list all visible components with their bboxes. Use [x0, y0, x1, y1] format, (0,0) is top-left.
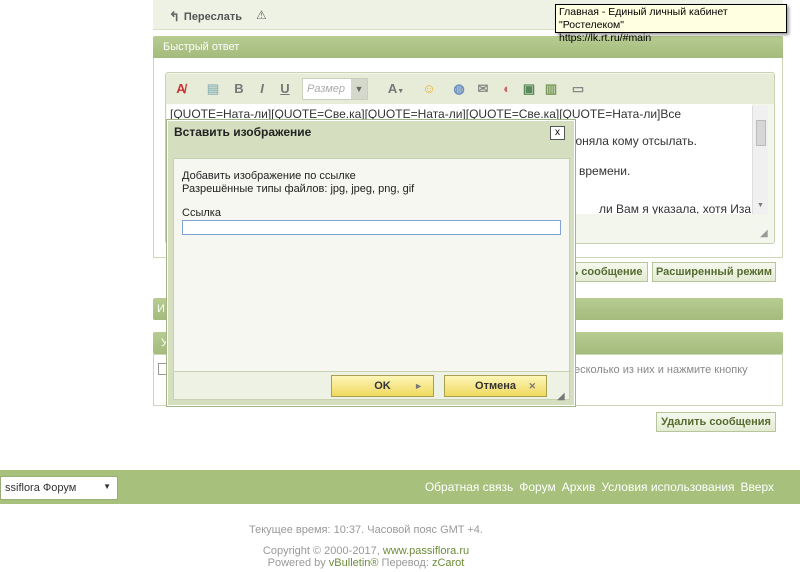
font-button[interactable]: A▼ [382, 78, 410, 100]
footer-links: Обратная связь Форум Архив Условия испол… [425, 480, 774, 494]
copyright-text: Copyright © 2000-2017, [262, 545, 383, 557]
vbulletin-link[interactable]: vBulletin® [329, 557, 379, 569]
advanced-mode-button[interactable]: Расширенный режим [652, 262, 776, 282]
forum-jump-select[interactable]: ssiflora Форум ▼ [0, 476, 118, 500]
current-time: Текущее время: 10:37. Часовой пояс GMT +… [249, 524, 483, 536]
text-line-3: о времени. [569, 164, 631, 178]
dialog-desc-line-2: Разрешённые типы файлов: jpg, jpeg, png,… [182, 183, 415, 195]
font-size-placeholder: Размер [307, 83, 345, 95]
site-link[interactable]: www.passiflora.ru [383, 545, 469, 557]
ok-label: OK [374, 380, 391, 392]
report-icon[interactable]: ⚠ [256, 8, 267, 22]
play-icon: ► [414, 381, 423, 391]
footer-link-top[interactable]: Вверх [741, 480, 774, 494]
scroll-down-icon[interactable]: ▼ [757, 202, 764, 209]
forward-button[interactable]: ↰ Переслать [169, 9, 242, 25]
font-button-label: A [387, 81, 398, 96]
quote-icon[interactable]: ▭ [567, 78, 589, 100]
send-reply-button[interactable]: ь сообщение [566, 262, 648, 282]
translation-text: Перевод: [378, 557, 432, 569]
font-size-select[interactable]: Размер ▼ [302, 78, 368, 100]
chevron-down-icon: ▼ [103, 482, 111, 491]
translator-link[interactable]: zCarot [432, 557, 464, 569]
paste-icon[interactable]: ▤ [202, 78, 224, 100]
resize-grip-icon[interactable]: ◢ [760, 228, 768, 239]
text-line-4: ли Вам я указала, хотя Иза [599, 202, 752, 214]
editor-scrollbar[interactable]: ▼ [752, 106, 768, 214]
link-icon[interactable]: ◍ [448, 78, 470, 100]
delete-hint: есколько из них и нажмите кнопку [574, 364, 748, 376]
dialog-description: Добавить изображение по ссылке Разрешённ… [182, 170, 414, 196]
close-icon[interactable]: x [550, 126, 565, 140]
unlink-icon[interactable]: ◐ [496, 78, 518, 100]
italic-button[interactable]: I [251, 78, 273, 100]
chevron-down-icon: ▼ [351, 79, 367, 99]
link-label: Ссылка [182, 207, 221, 219]
dialog-title: Вставить изображение [174, 125, 312, 139]
copyright-line: Copyright © 2000-2017, www.passiflora.ru [0, 545, 732, 557]
image-icon[interactable]: ▣ [518, 78, 540, 100]
forward-icon: ↰ [169, 9, 180, 24]
smiley-icon[interactable]: ☺ [418, 78, 440, 100]
footer-link-terms[interactable]: Условия использования [601, 480, 734, 494]
cancel-button[interactable]: Отмена ✕ [444, 375, 547, 397]
powered-line: Powered by vBulletin® Перевод: zCarot [0, 557, 732, 569]
text-line-2: поняла кому отсылать. [569, 134, 697, 148]
forum-jump-value: ssiflora Форум [5, 482, 77, 494]
browser-tooltip: Главная - Единый личный кабинет "Ростеле… [555, 4, 787, 44]
footer-link-archive[interactable]: Архив [562, 480, 596, 494]
email-icon[interactable]: ✉ [472, 78, 494, 100]
footer-link-forum[interactable]: Форум [519, 480, 555, 494]
dialog-resize-icon[interactable]: ◢ [557, 391, 565, 402]
tooltip-line-2: https://lk.rt.ru/#main [559, 32, 652, 44]
video-icon[interactable]: ▥ [540, 78, 562, 100]
tooltip-line-1: Главная - Единый личный кабинет "Ростеле… [559, 6, 728, 31]
remove-format-icon[interactable]: A̸ [170, 78, 192, 100]
delete-messages-button[interactable]: Удалить сообщения [656, 412, 776, 432]
footer-link-feedback[interactable]: Обратная связь [425, 480, 513, 494]
powered-text: Powered by [267, 557, 329, 569]
image-url-input[interactable] [182, 220, 561, 235]
dialog-desc-line-1: Добавить изображение по ссылке [182, 170, 356, 182]
cancel-label: Отмена [475, 380, 516, 392]
close-icon: ✕ [528, 381, 536, 391]
underline-button[interactable]: U [274, 78, 296, 100]
scrollbar-thumb[interactable] [756, 120, 766, 146]
section-header-a-label: И [157, 303, 165, 315]
forward-label: Переслать [183, 11, 242, 23]
bold-button[interactable]: B [228, 78, 250, 100]
ok-button[interactable]: OK ► [331, 375, 434, 397]
